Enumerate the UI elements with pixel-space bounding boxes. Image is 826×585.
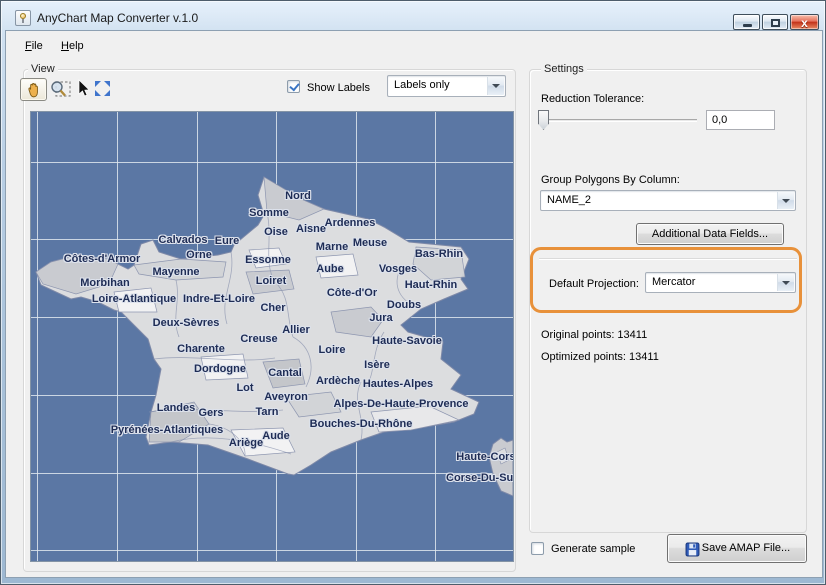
projection-select[interactable]: Mercator [645, 272, 796, 293]
map-label: Isère [364, 359, 390, 371]
map-label: Landes [157, 402, 196, 414]
client-area: File Help View [6, 31, 822, 577]
pan-tool-button[interactable] [20, 78, 47, 101]
app-window: AnyChart Map Converter v.1.0 x File Help… [0, 0, 826, 585]
projection-value: Mercator [652, 276, 695, 288]
settings-group-label: Settings [541, 63, 587, 75]
map-label: Ardennes [325, 217, 376, 229]
group-by-select[interactable]: NAME_2 [540, 190, 796, 211]
map-label: Loiret [256, 275, 287, 287]
menu-file[interactable]: File [20, 38, 48, 54]
map-label: Alpes-De-Haute-Provence [333, 398, 468, 410]
map-label: Côtes-d'Armor [64, 253, 141, 265]
chevron-down-icon [777, 192, 794, 209]
group-by-label: Group Polygons By Column: [541, 174, 680, 186]
maximize-button[interactable] [762, 14, 788, 30]
cursor-arrow-icon [76, 79, 92, 99]
map-label: Pyrénées-Atlantiques [111, 424, 223, 436]
map-label: Lot [236, 382, 253, 394]
map-label: Cantal [268, 367, 302, 379]
close-button[interactable]: x [790, 14, 819, 30]
chevron-down-icon [777, 274, 794, 291]
generate-sample-checkbox[interactable] [531, 542, 544, 555]
fit-tool-button[interactable] [94, 80, 111, 97]
labels-mode-select[interactable]: Labels only [387, 75, 506, 97]
hand-icon [26, 82, 42, 98]
projection-label: Default Projection: [549, 278, 639, 290]
map-label: Marne [316, 241, 348, 253]
map-label: Ariège [229, 437, 263, 449]
maximize-icon [771, 19, 780, 27]
app-icon [15, 10, 31, 26]
map-label: Loire-Atlantique [92, 293, 176, 305]
map-label: Aveyron [264, 391, 308, 403]
reduction-tolerance-label: Reduction Tolerance: [541, 93, 644, 105]
map-label: Morbihan [80, 277, 130, 289]
view-group-label: View [28, 63, 58, 75]
menu-help[interactable]: Help [56, 38, 89, 54]
map-label: Allier [282, 324, 310, 336]
window-title: AnyChart Map Converter v.1.0 [37, 11, 198, 25]
map-label: Mayenne [152, 266, 199, 278]
fit-to-screen-icon [94, 80, 111, 97]
map-label: Somme [249, 207, 289, 219]
group-by-value: NAME_2 [547, 194, 591, 206]
map-label: Cher [260, 302, 285, 314]
map-label: Dordogne [194, 363, 246, 375]
map-label: Aube [316, 263, 344, 275]
map-label: Hautes-Alpes [363, 378, 433, 390]
map-label: Ardèche [316, 375, 360, 387]
optimized-points-text: Optimized points: 13411 [541, 351, 659, 363]
map-label: Haute-Savoie [372, 335, 442, 347]
map-label: Loire [319, 344, 346, 356]
close-icon: x [791, 16, 818, 30]
save-floppy-icon [685, 542, 700, 557]
map-label: Côte-d'Or [327, 287, 377, 299]
additional-data-fields-button[interactable]: Additional Data Fields... [636, 223, 784, 245]
map-label: Deux-Sèvres [153, 317, 220, 329]
map-label: Bouches-Du-Rhône [310, 418, 413, 430]
zoom-tool-button[interactable] [49, 79, 72, 100]
map-label: Doubs [387, 299, 421, 311]
map-label: Gers [198, 407, 223, 419]
chevron-down-icon [487, 77, 504, 95]
separator [539, 258, 797, 259]
map-label: Creuse [240, 333, 277, 345]
map-label: Charente [177, 343, 225, 355]
map-label: Oise [264, 226, 288, 238]
map-label: Nord [285, 190, 311, 202]
map-label: Bas-Rhin [415, 248, 463, 260]
reduction-tolerance-slider[interactable] [539, 119, 697, 122]
map-label: Haute-Corse [456, 451, 513, 463]
reduction-tolerance-field[interactable]: 0,0 [706, 110, 775, 130]
map-canvas[interactable]: Nord Somme Oise AisneArdennes Marne Meuse Calv… [31, 112, 513, 561]
map-label: Aude [262, 430, 290, 442]
map-label: Corse-Du-Sud [446, 472, 513, 484]
minimize-button[interactable] [733, 14, 760, 30]
zoom-marquee-icon [49, 79, 72, 100]
map-label: Essonne [245, 254, 291, 266]
map-label: Aisne [296, 223, 326, 235]
map-label: Calvados [159, 234, 208, 246]
map-label: Haut-Rhin [405, 279, 458, 291]
map-label: Jura [369, 312, 392, 324]
title-bar[interactable]: AnyChart Map Converter v.1.0 x [2, 2, 824, 32]
generate-sample-label: Generate sample [551, 543, 635, 555]
map-label: Vosges [379, 263, 417, 275]
save-amap-button[interactable]: Save AMAP File... [667, 534, 807, 563]
original-points-text: Original points: 13411 [541, 329, 647, 341]
labels-mode-value: Labels only [394, 79, 450, 91]
minimize-icon [743, 24, 752, 27]
show-labels-label: Show Labels [307, 82, 370, 94]
show-labels-checkbox[interactable] [287, 80, 300, 93]
map-label: Eure [215, 235, 239, 247]
map-label: Tarn [255, 406, 278, 418]
select-tool-button[interactable] [76, 79, 92, 99]
map-label: Orne [186, 249, 212, 261]
map-label: Indre-Et-Loire [183, 293, 255, 305]
settings-groupbox [529, 69, 807, 533]
map-label: Meuse [353, 237, 387, 249]
